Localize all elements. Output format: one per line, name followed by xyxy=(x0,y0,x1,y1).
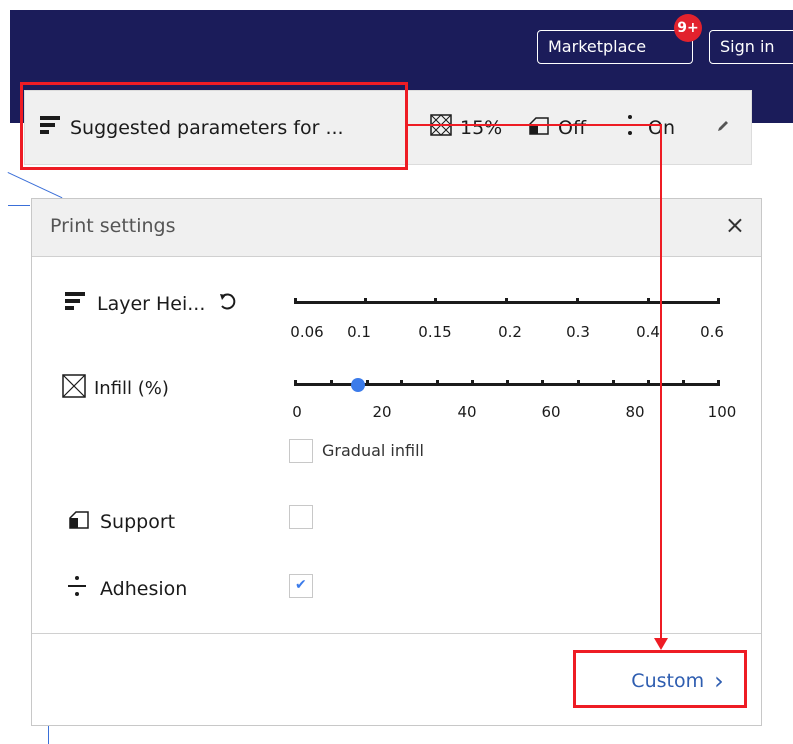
adhesion-setting: Adhesion xyxy=(68,575,187,602)
slider-tick xyxy=(717,298,720,301)
slider-tick xyxy=(436,380,439,383)
slider-tick xyxy=(577,380,580,383)
annotation-arrow-line xyxy=(660,124,662,640)
slider-tick xyxy=(612,380,615,383)
slider-tick xyxy=(647,380,650,383)
slider-tick xyxy=(471,380,474,383)
reset-icon[interactable] xyxy=(217,291,237,316)
slider-tick xyxy=(682,380,685,383)
infill-summary[interactable]: 15% xyxy=(430,90,502,165)
slider-tick xyxy=(366,380,369,383)
slider-tick xyxy=(294,298,297,301)
print-settings-panel: Print settings × Layer Hei... 0.06 0.1 0… xyxy=(31,198,762,726)
annotation-highlight-custom xyxy=(573,650,747,708)
infill-slider-handle[interactable] xyxy=(350,378,365,392)
support-setting: Support xyxy=(68,508,175,535)
support-label: Support xyxy=(100,510,176,533)
annotation-arrow-line xyxy=(408,124,662,126)
layer-height-tick-label: 0.4 xyxy=(636,323,660,341)
infill-setting: Infill (%) xyxy=(62,374,169,403)
infill-icon xyxy=(430,114,452,141)
panel-header: Print settings × xyxy=(32,199,761,257)
slider-tick xyxy=(434,298,437,301)
adhesion-checkbox[interactable]: ✔ xyxy=(289,574,313,598)
slider-tick xyxy=(505,298,508,301)
slider-tick xyxy=(717,380,720,383)
gradual-infill-label: Gradual infill xyxy=(322,441,424,460)
slider-tick xyxy=(364,298,367,301)
layer-height-setting: Layer Hei... xyxy=(65,291,237,316)
marketplace-button[interactable]: Marketplace xyxy=(537,30,693,64)
support-checkbox[interactable] xyxy=(289,505,313,529)
adhesion-label: Adhesion xyxy=(100,577,188,600)
marketplace-badge: 9+ xyxy=(674,14,702,42)
annotation-highlight-profile xyxy=(20,82,408,170)
gradual-infill-checkbox[interactable] xyxy=(289,439,313,463)
layer-height-tick-label: 0.6 xyxy=(700,323,724,341)
infill-icon xyxy=(62,374,86,403)
slider-tick xyxy=(576,298,579,301)
layer-height-tick-label: 0.2 xyxy=(498,323,522,341)
slider-tick xyxy=(400,380,403,383)
infill-label: Infill (%) xyxy=(94,378,169,399)
infill-tick-label: 100 xyxy=(707,403,737,421)
adhesion-icon xyxy=(620,114,640,141)
slider-tick xyxy=(506,380,509,383)
viewport-line xyxy=(48,726,49,744)
close-icon[interactable]: × xyxy=(725,211,745,239)
infill-tick-label: 40 xyxy=(457,403,477,421)
annotation-arrow-head xyxy=(654,638,668,650)
layer-height-slider[interactable] xyxy=(294,298,720,304)
layer-height-label: Layer Hei... xyxy=(97,292,206,315)
footer-divider xyxy=(32,633,761,634)
slider-tick xyxy=(541,380,544,383)
viewport-line xyxy=(7,172,63,199)
sign-in-button[interactable]: Sign in xyxy=(709,30,793,64)
slider-tick xyxy=(330,380,333,383)
support-summary[interactable]: Off xyxy=(528,90,586,165)
infill-tick-label: 20 xyxy=(372,403,392,421)
layer-height-icon xyxy=(65,292,87,315)
infill-tick-label: 60 xyxy=(541,403,561,421)
slider-tick xyxy=(647,298,650,301)
adhesion-icon xyxy=(68,575,86,602)
panel-title: Print settings xyxy=(50,215,176,237)
slider-tick xyxy=(294,380,297,383)
adhesion-summary[interactable]: On xyxy=(620,90,675,165)
viewport-line xyxy=(8,205,30,206)
layer-height-tick-label: 0.06 xyxy=(290,323,324,341)
infill-tick-label: 80 xyxy=(625,403,645,421)
support-icon xyxy=(528,114,550,141)
support-value: Off xyxy=(558,116,587,139)
layer-height-tick-label: 0.15 xyxy=(418,323,452,341)
check-icon: ✔ xyxy=(295,577,307,593)
edit-icon[interactable] xyxy=(716,119,730,137)
infill-value: 15% xyxy=(460,116,503,139)
layer-height-tick-label: 0.1 xyxy=(347,323,371,341)
support-icon xyxy=(68,508,90,535)
layer-height-tick-label: 0.3 xyxy=(566,323,590,341)
infill-tick-label: 0 xyxy=(292,403,302,421)
